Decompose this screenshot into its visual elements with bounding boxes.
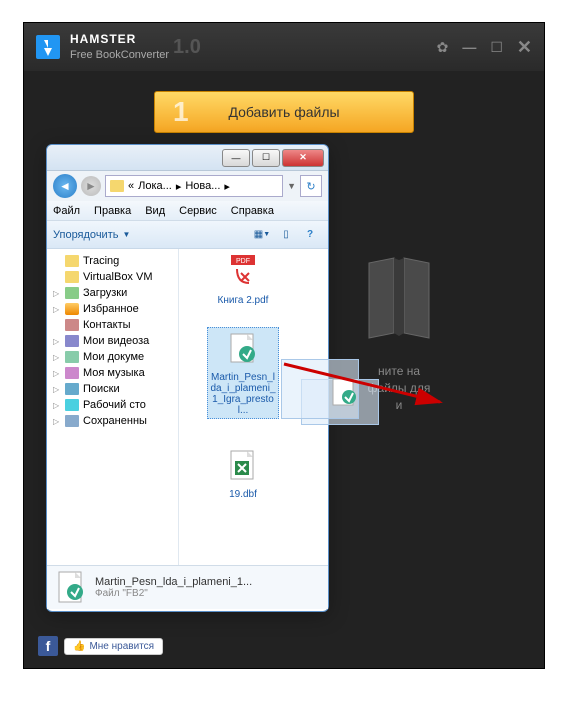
organize-button[interactable]: Упорядочить ▼ xyxy=(53,229,130,241)
menu-service[interactable]: Сервис xyxy=(179,205,217,217)
file-list[interactable]: PDF Книга 2.pdf Martin_Pesn_lda_i_plamen… xyxy=(179,249,328,565)
folder-tree[interactable]: Tracing VirtualBox VM ▷Загрузки ▷Избранн… xyxy=(47,249,179,565)
book-icon xyxy=(354,243,444,353)
facebook-icon[interactable]: f xyxy=(38,636,58,656)
settings-icon[interactable]: ✿ xyxy=(437,39,449,56)
menu-help[interactable]: Справка xyxy=(231,205,274,217)
menu-view[interactable]: Вид xyxy=(145,205,165,217)
tree-item: Контакты xyxy=(49,317,176,333)
app-logo xyxy=(36,35,60,59)
tree-item: ▷Загрузки xyxy=(49,285,176,301)
breadcrumb-part[interactable]: Нова... xyxy=(185,180,220,192)
breadcrumb[interactable]: « Лока... ▸ Нова... ▸ xyxy=(105,175,283,197)
drop-text: ните на файлы для и xyxy=(304,363,494,413)
footer: f 👍 Мне нравится xyxy=(38,636,163,656)
explorer-close[interactable]: ✕ xyxy=(282,149,324,167)
help-icon[interactable]: ? xyxy=(298,225,322,245)
explorer-window: — ☐ ✕ ◄ ► « Лока... ▸ Нова... ▸ ▼ ↻ Файл… xyxy=(46,144,329,612)
menu-edit[interactable]: Правка xyxy=(94,205,131,217)
explorer-minimize[interactable]: — xyxy=(222,149,250,167)
nav-back-button[interactable]: ◄ xyxy=(53,174,77,198)
tree-item: Tracing xyxy=(49,253,176,269)
preview-pane-button[interactable]: ▯ xyxy=(274,225,298,245)
tree-item: ▷Мои видеоза xyxy=(49,333,176,349)
status-text: Martin_Pesn_lda_i_plameni_1... Файл "FB2… xyxy=(95,576,252,599)
refresh-button[interactable]: ↻ xyxy=(300,175,322,197)
tree-item: ▷Избранное xyxy=(49,301,176,317)
status-thumb-icon xyxy=(55,570,87,606)
explorer-toolbar: Упорядочить ▼ ▦ ▼ ▯ ? xyxy=(47,221,328,249)
tree-item: ▷Сохраненны xyxy=(49,413,176,429)
explorer-maximize[interactable]: ☐ xyxy=(252,149,280,167)
app-name: HAMSTER xyxy=(70,32,169,46)
tree-item: VirtualBox VM xyxy=(49,269,176,285)
svg-text:PDF: PDF xyxy=(236,258,250,265)
file-pdf[interactable]: PDF Книга 2.pdf xyxy=(207,251,279,308)
thumbs-up-icon: 👍 xyxy=(73,641,85,652)
minimize-button[interactable]: — xyxy=(462,39,476,55)
tree-item: ▷Мои докуме xyxy=(49,349,176,365)
breadcrumb-part[interactable]: Лока... xyxy=(138,180,172,192)
explorer-statusbar: Martin_Pesn_lda_i_plameni_1... Файл "FB2… xyxy=(47,565,328,609)
app-version: 1.0 xyxy=(173,36,201,59)
explorer-body: Tracing VirtualBox VM ▷Загрузки ▷Избранн… xyxy=(47,249,328,565)
title-bar: HAMSTER Free BookConverter 1.0 ✿ — ☐ ✕ xyxy=(24,23,544,71)
explorer-titlebar[interactable]: — ☐ ✕ xyxy=(47,145,328,171)
pdf-icon: PDF xyxy=(223,253,263,293)
folder-icon xyxy=(110,180,124,192)
file-dbf[interactable]: 19.dbf xyxy=(207,445,279,502)
chevron-down-icon: ▼ xyxy=(122,230,130,239)
fb2-icon xyxy=(223,330,263,370)
explorer-menubar: Файл Правка Вид Сервис Справка xyxy=(47,201,328,221)
nav-forward-button[interactable]: ► xyxy=(81,176,101,196)
tree-item: ▷Рабочий сто xyxy=(49,397,176,413)
step-number: 1 xyxy=(173,96,189,128)
file-fb2[interactable]: Martin_Pesn_lda_i_plameni_1_Igra_prestol… xyxy=(207,327,279,419)
tree-item: ▷Поиски xyxy=(49,381,176,397)
explorer-nav: ◄ ► « Лока... ▸ Нова... ▸ ▼ ↻ xyxy=(47,171,328,201)
menu-file[interactable]: Файл xyxy=(53,205,80,217)
app-subtitle: Free BookConverter xyxy=(70,49,169,61)
like-button[interactable]: 👍 Мне нравится xyxy=(64,638,163,655)
maximize-button[interactable]: ☐ xyxy=(490,39,503,56)
like-label: Мне нравится xyxy=(89,641,154,652)
drop-area[interactable]: ните на файлы для и xyxy=(304,243,494,413)
xls-icon xyxy=(223,447,263,487)
status-filetype: Файл "FB2" xyxy=(95,588,252,599)
view-mode-button[interactable]: ▦ ▼ xyxy=(250,225,274,245)
app-title: HAMSTER Free BookConverter xyxy=(70,32,169,62)
add-files-label: Добавить файлы xyxy=(228,104,339,120)
add-files-button[interactable]: 1 Добавить файлы xyxy=(154,91,414,133)
tree-item: ▷Моя музыка xyxy=(49,365,176,381)
status-filename: Martin_Pesn_lda_i_plameni_1... xyxy=(95,576,252,588)
close-button[interactable]: ✕ xyxy=(517,37,532,58)
window-controls: ✿ — ☐ ✕ xyxy=(437,37,532,58)
breadcrumb-dropdown[interactable]: ▼ xyxy=(287,181,296,191)
